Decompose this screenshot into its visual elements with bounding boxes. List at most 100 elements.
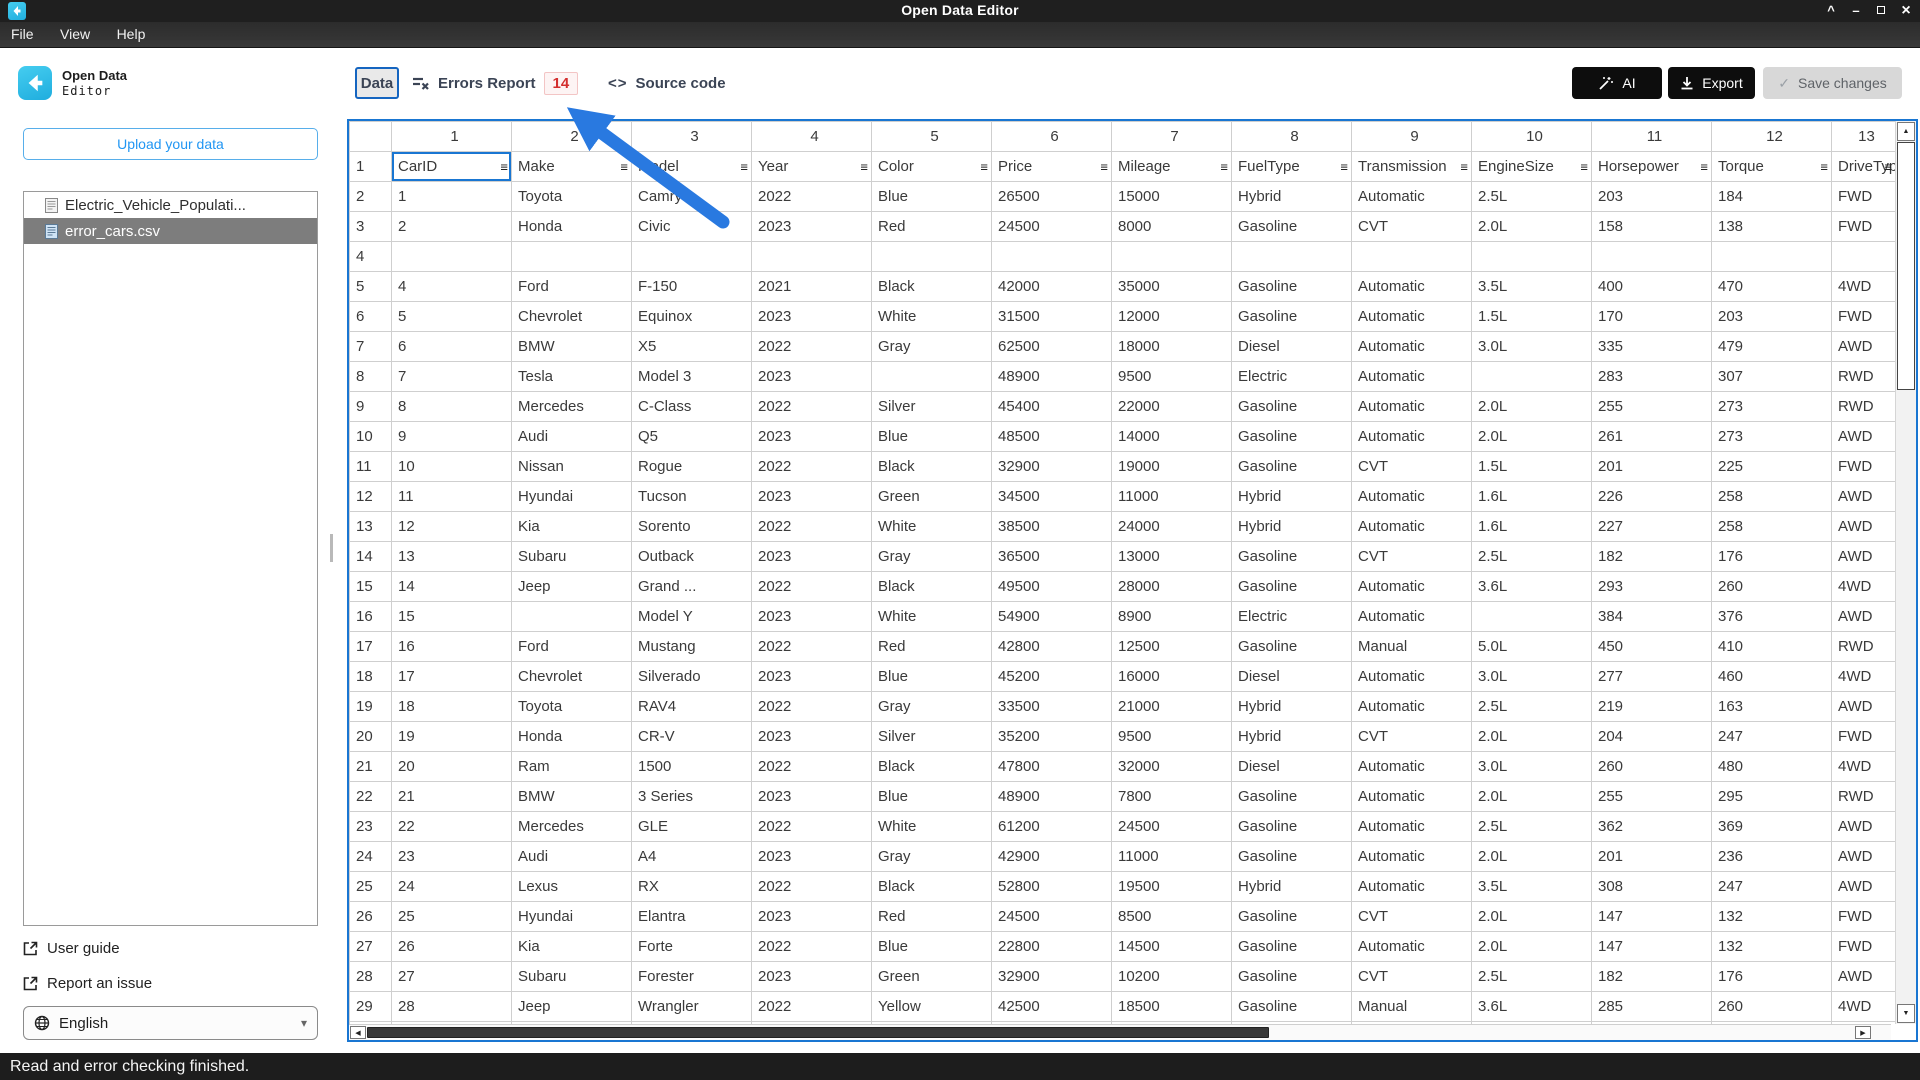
- grid-cell[interactable]: Gasoline: [1232, 842, 1352, 872]
- grid-cell[interactable]: Silver: [872, 722, 992, 752]
- row-number[interactable]: 10: [350, 422, 392, 452]
- grid-cell[interactable]: Civic: [632, 212, 752, 242]
- grid-cell[interactable]: 2023: [752, 482, 872, 512]
- grid-cell[interactable]: 2022: [752, 812, 872, 842]
- grid-cell[interactable]: 2023: [752, 422, 872, 452]
- grid-cell[interactable]: 12000: [1112, 302, 1232, 332]
- grid-cell[interactable]: CVT: [1352, 962, 1472, 992]
- column-number[interactable]: 13: [1832, 122, 1896, 152]
- grid-cell[interactable]: 273: [1712, 422, 1832, 452]
- grid-cell[interactable]: Automatic: [1352, 272, 1472, 302]
- grid-cell[interactable]: 42500: [992, 992, 1112, 1022]
- grid-cell[interactable]: 36500: [992, 542, 1112, 572]
- tab-source-code[interactable]: <> Source code: [608, 67, 726, 99]
- grid-cell[interactable]: 8: [392, 392, 512, 422]
- grid-cell[interactable]: 2.0L: [1472, 722, 1592, 752]
- grid-cell[interactable]: 470: [1712, 272, 1832, 302]
- grid-cell[interactable]: 132: [1712, 902, 1832, 932]
- grid-cell[interactable]: Automatic: [1352, 182, 1472, 212]
- column-header-cell[interactable]: EngineSize≡: [1472, 152, 1592, 182]
- column-header-cell[interactable]: Make≡: [512, 152, 632, 182]
- grid-cell[interactable]: 255: [1592, 782, 1712, 812]
- grid-cell[interactable]: 22800: [992, 932, 1112, 962]
- column-number[interactable]: 12: [1712, 122, 1832, 152]
- grid-cell[interactable]: 1500: [632, 752, 752, 782]
- grid-cell[interactable]: 54900: [992, 602, 1112, 632]
- grid-cell[interactable]: 3 Series: [632, 782, 752, 812]
- minimize-icon[interactable]: –: [1848, 0, 1864, 22]
- grid-cell[interactable]: [1592, 242, 1712, 272]
- grid-cell[interactable]: 1.6L: [1472, 512, 1592, 542]
- grid-cell[interactable]: 9500: [1112, 722, 1232, 752]
- grid-cell[interactable]: Silverado: [632, 662, 752, 692]
- grid-cell[interactable]: Hybrid: [1232, 182, 1352, 212]
- grid-cell[interactable]: 32000: [1112, 752, 1232, 782]
- grid-cell[interactable]: 255: [1592, 392, 1712, 422]
- row-number[interactable]: 24: [350, 842, 392, 872]
- grid-cell[interactable]: 10: [392, 452, 512, 482]
- column-number[interactable]: 8: [1232, 122, 1352, 152]
- grid-cell[interactable]: Gray: [872, 542, 992, 572]
- report-issue-link[interactable]: Report an issue: [23, 975, 152, 992]
- grid-cell[interactable]: Automatic: [1352, 602, 1472, 632]
- grid-cell[interactable]: 2023: [752, 722, 872, 752]
- grid-cell[interactable]: 273: [1712, 392, 1832, 422]
- grid-cell[interactable]: Hybrid: [1232, 512, 1352, 542]
- grid-cell[interactable]: 8900: [1112, 602, 1232, 632]
- grid-cell[interactable]: 42800: [992, 632, 1112, 662]
- grid-cell[interactable]: [992, 242, 1112, 272]
- close-icon[interactable]: ×: [1898, 0, 1914, 22]
- grid-cell[interactable]: 2021: [752, 272, 872, 302]
- grid-cell[interactable]: Honda: [512, 722, 632, 752]
- column-menu-icon[interactable]: ≡: [1460, 160, 1468, 173]
- grid-cell[interactable]: 4WD: [1832, 662, 1896, 692]
- grid-cell[interactable]: 480: [1712, 752, 1832, 782]
- grid-cell[interactable]: Yellow: [872, 992, 992, 1022]
- grid-cell[interactable]: 24500: [1112, 812, 1232, 842]
- grid-cell[interactable]: Tesla: [512, 362, 632, 392]
- grid-cell[interactable]: Gray: [872, 332, 992, 362]
- grid-cell[interactable]: Audi: [512, 422, 632, 452]
- grid-cell[interactable]: AWD: [1832, 812, 1896, 842]
- grid-cell[interactable]: FWD: [1832, 182, 1896, 212]
- grid-cell[interactable]: White: [872, 602, 992, 632]
- grid-cell[interactable]: Electric: [1232, 602, 1352, 632]
- grid-cell[interactable]: 14: [392, 572, 512, 602]
- grid-cell[interactable]: Gasoline: [1232, 632, 1352, 662]
- grid-cell[interactable]: 2022: [752, 332, 872, 362]
- grid-cell[interactable]: 3.6L: [1472, 992, 1592, 1022]
- horizontal-scrollbar[interactable]: ◀ ▶: [349, 1024, 1895, 1040]
- grid-cell[interactable]: Gasoline: [1232, 212, 1352, 242]
- grid-cell[interactable]: 12: [392, 512, 512, 542]
- grid-cell[interactable]: 18500: [1112, 992, 1232, 1022]
- grid-cell[interactable]: [752, 242, 872, 272]
- grid-cell[interactable]: Green: [872, 482, 992, 512]
- grid-cell[interactable]: 2.5L: [1472, 182, 1592, 212]
- grid-cell[interactable]: 260: [1592, 752, 1712, 782]
- scroll-left-icon[interactable]: ◀: [350, 1026, 366, 1039]
- grid-cell[interactable]: 307: [1712, 362, 1832, 392]
- grid-cell[interactable]: Manual: [1352, 992, 1472, 1022]
- grid-cell[interactable]: 11000: [1112, 482, 1232, 512]
- grid-cell[interactable]: 2022: [752, 572, 872, 602]
- grid-cell[interactable]: CVT: [1352, 542, 1472, 572]
- grid-cell[interactable]: Ford: [512, 272, 632, 302]
- grid-cell[interactable]: 176: [1712, 542, 1832, 572]
- grid-cell[interactable]: [1712, 242, 1832, 272]
- column-header-cell[interactable]: Transmission≡: [1352, 152, 1472, 182]
- grid-cell[interactable]: Gray: [872, 692, 992, 722]
- grid-cell[interactable]: Audi: [512, 842, 632, 872]
- grid-cell[interactable]: 3.0L: [1472, 332, 1592, 362]
- grid-cell[interactable]: 2022: [752, 992, 872, 1022]
- grid-cell[interactable]: [512, 602, 632, 632]
- grid-cell[interactable]: Automatic: [1352, 572, 1472, 602]
- grid-cell[interactable]: 2023: [752, 542, 872, 572]
- grid-cell[interactable]: RWD: [1832, 392, 1896, 422]
- column-number[interactable]: 7: [1112, 122, 1232, 152]
- column-menu-icon[interactable]: ≡: [1220, 160, 1228, 173]
- grid-cell[interactable]: 7: [392, 362, 512, 392]
- grid-cell[interactable]: 247: [1712, 722, 1832, 752]
- column-number[interactable]: 5: [872, 122, 992, 152]
- grid-cell[interactable]: 247: [1712, 872, 1832, 902]
- row-number[interactable]: 25: [350, 872, 392, 902]
